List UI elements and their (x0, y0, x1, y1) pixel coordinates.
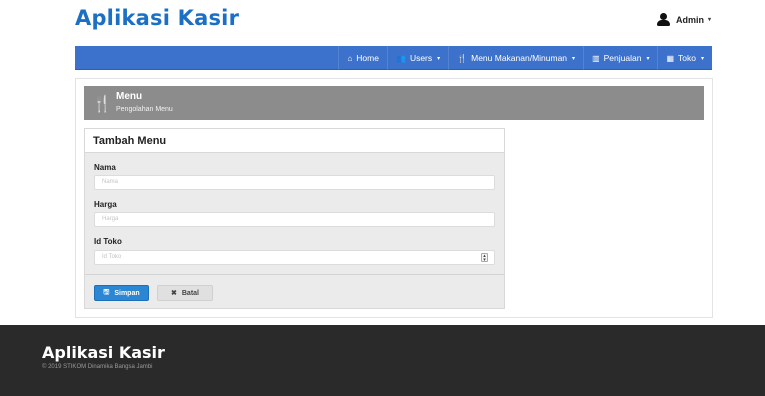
top-bar: Aplikasi Kasir Admin ▾ (0, 0, 765, 44)
id-toko-input[interactable]: Id Toko ▴ ▾ (94, 250, 495, 265)
nav-item-users[interactable]: 👥 Users ▾ (386, 46, 448, 70)
cutlery-icon: 🍴 (92, 96, 112, 113)
nav-item-label: Users (409, 53, 433, 63)
users-icon: 👥 (395, 53, 406, 63)
nav-item-penjualan[interactable]: ▥ Penjualan ▾ (583, 46, 657, 70)
cancel-label: Batal (181, 289, 199, 297)
number-spinner[interactable]: ▴ ▾ (481, 253, 488, 263)
harga-label: Harga (94, 200, 117, 209)
user-icon (656, 13, 670, 26)
nav-item-label: Menu Makanan/Minuman (471, 53, 568, 63)
nama-label: Nama (94, 163, 116, 172)
chevron-down-icon: ▾ (707, 17, 711, 23)
footer-brand: Aplikasi Kasir (42, 343, 165, 362)
chevron-down-icon: ▾ (700, 55, 704, 62)
nav-item-home[interactable]: ⌂ Home (338, 46, 387, 70)
cutlery-icon: 🍴 (457, 53, 468, 63)
add-menu-form: Tambah Menu Nama Nama Harga Harga Id Tok… (84, 128, 505, 309)
user-name: Admin (675, 14, 704, 25)
nav-item-label: Penjualan (603, 53, 642, 63)
close-icon: ✖ (171, 290, 177, 297)
footer-copyright: © 2019 STIKOM Dinamika Bangsa Jambi (42, 364, 153, 370)
page-subtitle: Pengolahan Menu (116, 106, 173, 113)
form-header: Tambah Menu (85, 129, 504, 153)
home-icon: ⌂ (347, 53, 353, 63)
form-title: Tambah Menu (93, 135, 167, 147)
table-icon: ▦ (666, 53, 675, 63)
harga-input[interactable]: Harga (94, 212, 495, 227)
nama-input[interactable]: Nama (94, 175, 495, 190)
nav-item-toko[interactable]: ▦ Toko ▾ (657, 46, 712, 70)
nav-item-label: Home (356, 53, 379, 63)
save-icon: 🖫 (103, 288, 110, 296)
chevron-down-icon: ▾ (572, 55, 576, 62)
save-button[interactable]: 🖫 Simpan (94, 285, 149, 301)
chevron-down-icon: ▾ (646, 55, 650, 62)
nav-item-label: Toko (678, 53, 696, 63)
cancel-button[interactable]: ✖ Batal (157, 285, 213, 301)
brand-title[interactable]: Aplikasi Kasir (75, 6, 239, 30)
nav-menu: ⌂ Home 👥 Users ▾ 🍴 Menu Makanan/Minuman … (338, 46, 712, 70)
main-navbar: ⌂ Home 👥 Users ▾ 🍴 Menu Makanan/Minuman … (75, 46, 712, 70)
page-title: Menu (116, 91, 143, 102)
form-divider (85, 274, 504, 275)
id-toko-placeholder: Id Toko (102, 254, 122, 260)
bar-chart-icon: ▥ (592, 53, 600, 63)
chevron-down-icon: ▾ (437, 55, 441, 62)
user-menu[interactable]: Admin ▾ (656, 13, 711, 26)
save-label: Simpan (114, 289, 140, 297)
footer: Aplikasi Kasir © 2019 STIKOM Dinamika Ba… (0, 325, 765, 396)
nav-item-menu[interactable]: 🍴 Menu Makanan/Minuman ▾ (448, 46, 583, 70)
page-header: 🍴 Menu Pengolahan Menu (84, 86, 704, 120)
id-toko-label: Id Toko (94, 237, 122, 246)
